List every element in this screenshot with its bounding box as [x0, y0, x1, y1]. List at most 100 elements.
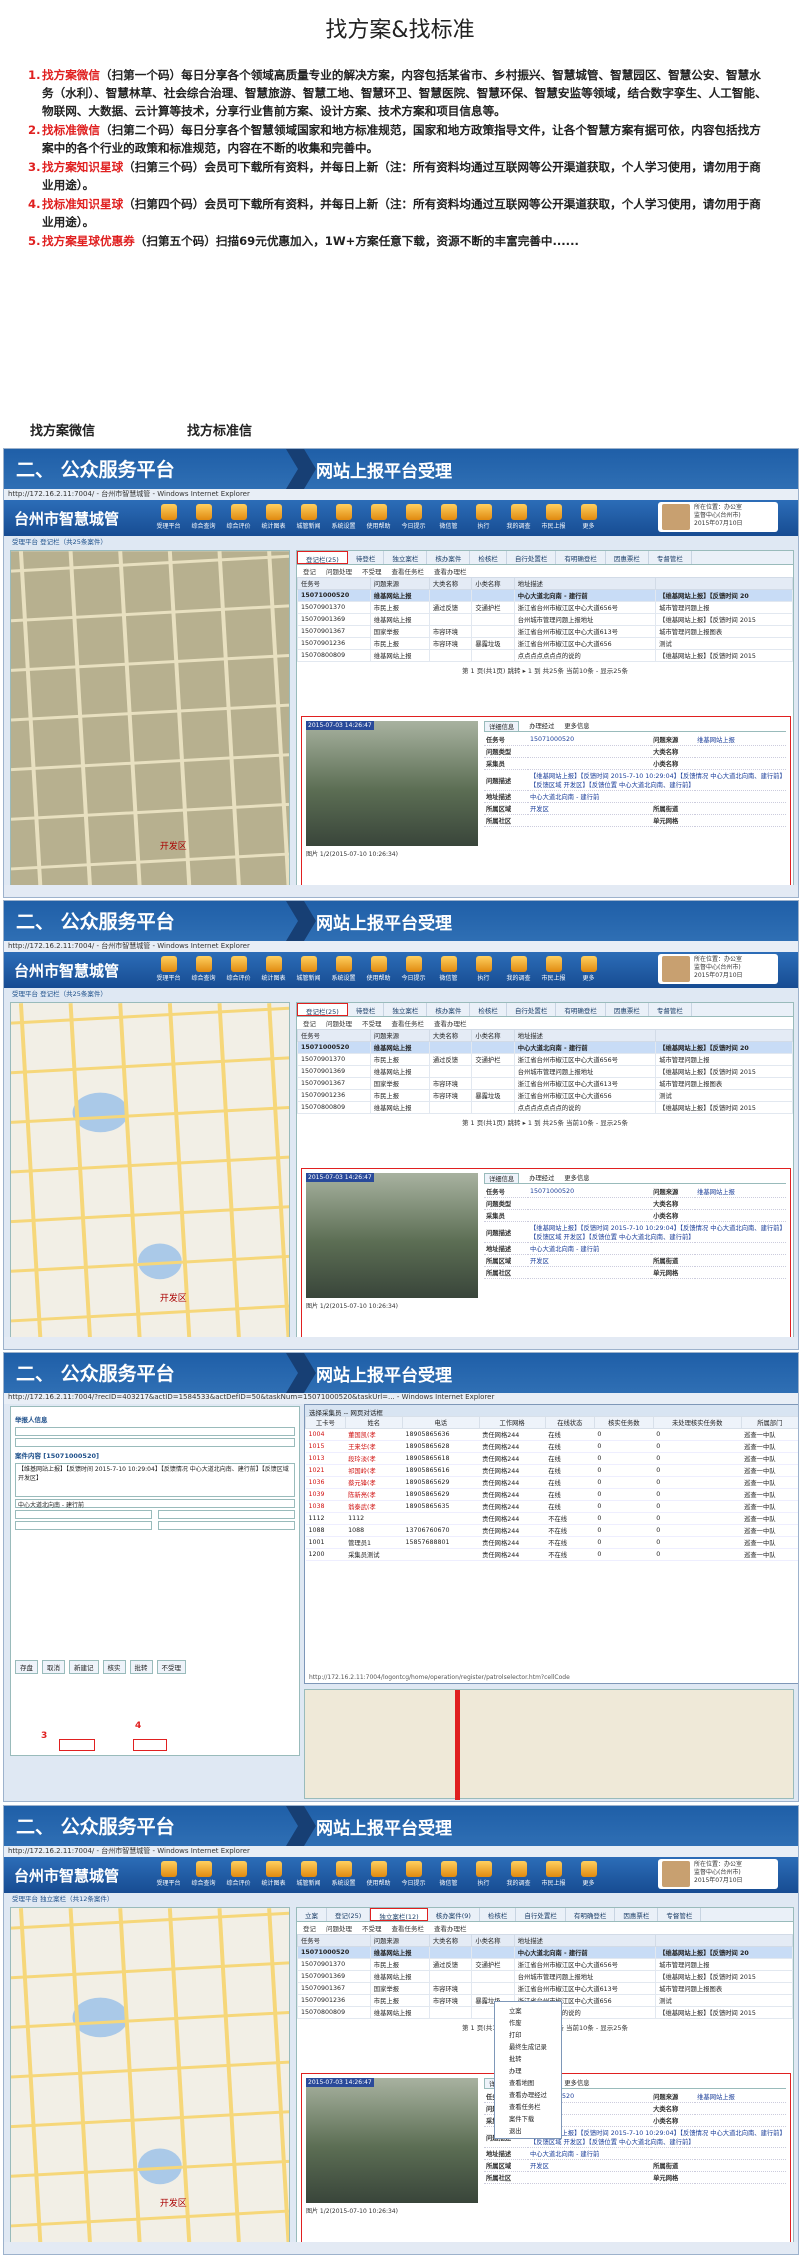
category-field[interactable] — [158, 1521, 295, 1530]
category-field[interactable] — [158, 1510, 295, 1519]
tab[interactable]: 有明确登栏 — [556, 1003, 606, 1016]
intro-item-highlight[interactable]: 找方案星球优惠券 — [42, 234, 135, 248]
column-header[interactable]: 地址描述 — [513, 577, 657, 590]
form-button[interactable]: 存盘 — [15, 1660, 38, 1674]
toolbar-item[interactable]: 今日提示 — [397, 502, 430, 530]
toolbar-item[interactable]: 综合评价 — [222, 502, 255, 530]
table-row[interactable]: 1200 采集员测试 责任网格244 不在线 0 0 巡查一中队 — [305, 1548, 798, 1561]
toolbar-item[interactable]: 使用帮助 — [362, 1859, 395, 1887]
table-row[interactable]: 1021 祁国岭(孝 18905865616 责任网格244 在线 0 0 巡查一中队 — [305, 1464, 798, 1477]
tab[interactable]: 待登栏 — [348, 551, 385, 564]
toolbar-item[interactable]: 市民上报 — [537, 1859, 570, 1887]
column-header[interactable]: 未处理核实任务数 — [652, 1416, 742, 1429]
toolbar-item[interactable]: 我的调查 — [502, 1859, 535, 1887]
table-row[interactable]: 15071000520 维基网站上报 中心大道北向南 - 建行前 【维基网站上报】【反… — [297, 589, 793, 602]
column-header[interactable]: 小类名称 — [471, 1934, 515, 1947]
tab[interactable]: 检核栏 — [470, 1003, 507, 1016]
toolbar-item[interactable]: 市民上报 — [537, 954, 570, 982]
tab[interactable]: 检核栏 — [470, 551, 507, 564]
tab[interactable]: 登记栏(25) — [297, 1003, 348, 1016]
context-menu-item[interactable]: 最终生成记录 — [495, 2040, 561, 2052]
table-row[interactable]: 15071000520 维基网站上报 中心大道北向南 - 建行前 【维基网站上报】【反… — [297, 1041, 793, 1054]
table-row[interactable]: 15070901369 维基网站上报 台州城市管理问题上报地址 【维基网站上报】【反馈… — [297, 613, 793, 626]
context-menu-item[interactable]: 打印 — [495, 2028, 561, 2040]
column-header[interactable]: 任务号 — [297, 1029, 371, 1042]
detail-tab[interactable]: 更多信息 — [564, 2078, 589, 2088]
toolbar-item[interactable]: 城管新闻 — [292, 502, 325, 530]
toolbar-item[interactable]: 统计图表 — [257, 954, 290, 982]
table-row[interactable]: 15070901367 国家举报 市容环境 浙江省台州市椒江区中心大道613号 城市管理… — [297, 625, 793, 638]
toolbar-item[interactable]: 统计图表 — [257, 1859, 290, 1887]
column-header[interactable]: 问题来源 — [369, 1934, 430, 1947]
case-photo[interactable]: 2015-07-03 14:26:47 — [306, 2078, 478, 2203]
toolbar-item[interactable]: 城管新闻 — [292, 954, 325, 982]
toolbar-item[interactable]: 综合查询 — [187, 502, 220, 530]
table-row[interactable]: 15070901370 市民上报 通过反馈 交通护栏 浙江省台州市椒江区中心大道656号… — [297, 1053, 793, 1066]
tab[interactable]: 因惠票栏 — [615, 1908, 659, 1921]
tab[interactable]: 登记(25) — [327, 1908, 371, 1921]
table-row[interactable]: 15070901370 市民上报 通过反馈 交通护栏 浙江省台州市椒江区中心大道656号… — [297, 1958, 793, 1971]
column-header[interactable]: 小类名称 — [471, 1029, 515, 1042]
tab[interactable]: 独立案栏 — [384, 551, 428, 564]
case-photo[interactable]: 2015-07-03 14:26:47 — [306, 721, 478, 846]
action-button[interactable]: 查看任务栏 — [392, 1923, 425, 1933]
table-row[interactable]: 1001 管理员1 15857688801 责任网格244 不在线 0 0 巡查一中队 — [305, 1536, 798, 1549]
tab[interactable]: 有明确登栏 — [556, 551, 606, 564]
action-button[interactable]: 查看任务栏 — [392, 566, 425, 576]
column-header[interactable]: 大类名称 — [428, 1029, 473, 1042]
toolbar-item[interactable]: 受理平台 — [152, 1859, 185, 1887]
column-header[interactable]: 问题来源 — [369, 1029, 430, 1042]
toolbar-item[interactable]: 市民上报 — [537, 502, 570, 530]
tab[interactable]: 因惠票栏 — [606, 1003, 649, 1016]
toolbar-item[interactable]: 综合查询 — [187, 1859, 220, 1887]
column-header[interactable]: 所属部门 — [740, 1416, 798, 1429]
context-menu-item[interactable]: 案件下载 — [495, 2112, 561, 2124]
toolbar-item[interactable]: 系统设置 — [327, 502, 360, 530]
toolbar-item[interactable]: 综合评价 — [222, 1859, 255, 1887]
toolbar-item[interactable]: 使用帮助 — [362, 502, 395, 530]
table-row[interactable]: 15070901369 维基网站上报 台州城市管理问题上报地址 【维基网站上报】【反馈… — [297, 1970, 793, 1983]
intro-item-highlight[interactable]: 找标准知识星球 — [42, 197, 123, 211]
toolbar-item[interactable]: 执行 — [467, 1859, 500, 1887]
action-button[interactable]: 不受理 — [362, 1018, 382, 1028]
column-header[interactable]: 大类名称 — [428, 1934, 473, 1947]
description-field[interactable]: 【维基网站上报】【反馈时间 2015-7-10 10:29:04】【反馈情况 中… — [15, 1463, 295, 1497]
form-button[interactable]: 新建记 — [69, 1660, 99, 1674]
toolbar-item[interactable]: 系统设置 — [327, 954, 360, 982]
tab[interactable]: 因惠票栏 — [606, 551, 649, 564]
action-button[interactable]: 查看办理栏 — [434, 1923, 467, 1933]
toolbar-item[interactable]: 更多 — [572, 954, 605, 982]
toolbar-item[interactable]: 统计图表 — [257, 502, 290, 530]
form-button[interactable]: 取消 — [42, 1660, 65, 1674]
detail-tab[interactable]: 详细信息 — [484, 1173, 520, 1183]
category-field[interactable] — [15, 1510, 152, 1519]
toolbar-item[interactable]: 今日提示 — [397, 954, 430, 982]
toolbar-item[interactable]: 系统设置 — [327, 1859, 360, 1887]
column-header[interactable]: 姓名 — [344, 1416, 403, 1429]
case-photo[interactable]: 2015-07-03 14:26:47 — [306, 1173, 478, 1298]
tab[interactable]: 核办案件 — [427, 551, 471, 564]
tab[interactable]: 待登栏 — [348, 1003, 385, 1016]
form-button[interactable]: 核实 — [102, 1660, 126, 1674]
table-row[interactable]: 15070901369 维基网站上报 台州城市管理问题上报地址 【维基网站上报】【反馈… — [297, 1065, 793, 1078]
detail-tab[interactable]: 更多信息 — [564, 1173, 589, 1183]
toolbar-item[interactable]: 受理平台 — [152, 502, 185, 530]
action-button[interactable]: 查看任务栏 — [392, 1018, 425, 1028]
toolbar-item[interactable]: 更多 — [572, 1859, 605, 1887]
table-row[interactable]: 15070901367 国家举报 市容环境 浙江省台州市椒江区中心大道613号 城市管理… — [297, 1982, 793, 1995]
tab[interactable]: 检核栏 — [480, 1908, 517, 1921]
detail-tab[interactable]: 更多信息 — [564, 721, 589, 731]
context-menu-item[interactable]: 作废 — [495, 2016, 561, 2028]
map-view[interactable]: 开发区 — [10, 550, 290, 895]
context-menu-item[interactable]: 查看地图 — [495, 2076, 561, 2088]
action-button[interactable]: 不受理 — [362, 1923, 382, 1933]
tab[interactable]: 立案 — [297, 1908, 327, 1921]
detail-tab[interactable]: 办理经过 — [529, 721, 554, 731]
toolbar-item[interactable]: 受理平台 — [152, 954, 185, 982]
detail-tab[interactable]: 详细信息 — [484, 721, 520, 731]
column-header[interactable]: 任务号 — [297, 577, 371, 590]
context-menu-item[interactable]: 批转 — [495, 2052, 561, 2064]
table-row[interactable]: 15070800809维基网站上报 点点点点点点点的说的【维基网站上报】【反馈时间… — [297, 649, 793, 662]
table-row[interactable]: 1013 段玲淡(孝 18905865618 责任网格244 在线 0 0 巡查一中队 — [305, 1452, 798, 1465]
table-row[interactable]: 1004 董国凯(孝 18905865636 责任网格244 在线 0 0 巡查一中队 — [305, 1428, 798, 1441]
